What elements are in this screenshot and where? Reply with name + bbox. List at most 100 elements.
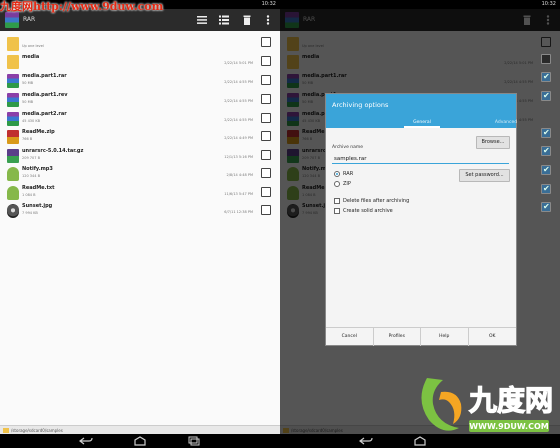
file-name: unrarsrc-5.0.14.tar.gz	[22, 148, 84, 154]
file-size: 120 344 B	[22, 174, 40, 178]
tab-general[interactable]: General	[404, 119, 440, 128]
tgz-archive-icon	[7, 149, 19, 163]
delete-after-archiving-label: Delete files after archiving	[343, 198, 410, 204]
signal-icon	[242, 2, 256, 17]
logo-text: 九度网	[469, 384, 553, 417]
ok-button[interactable]: OK	[469, 328, 517, 346]
delete-icon[interactable]	[241, 14, 253, 26]
file-name: media.part1.rev	[22, 92, 68, 98]
file-checkbox[interactable]	[261, 205, 271, 215]
signal-icon	[522, 2, 536, 17]
file-size: Up one level	[22, 44, 44, 48]
file-name: Sunset.jpg	[22, 203, 53, 209]
file-checkbox-checked[interactable]	[541, 165, 551, 175]
file-checkbox-checked[interactable]	[541, 54, 551, 64]
radio-rar[interactable]	[334, 171, 340, 177]
watermark-logo: 九度网 WWW.9DUW.COM	[413, 370, 554, 442]
file-size: 209 707 B	[22, 156, 40, 160]
file-size: 50 MB	[22, 100, 33, 104]
file-checkbox-checked[interactable]	[541, 128, 551, 138]
file-list: Up one level media 2/22/14 5:01 PM media…	[0, 31, 280, 425]
file-checkbox[interactable]	[261, 56, 271, 66]
radio-rar-label: RAR	[343, 171, 354, 177]
file-row[interactable]: media.part1.rar 50 MB 2/22/14 4:55 PM	[0, 72, 280, 91]
file-name: media.part1.rar	[22, 73, 67, 79]
file-checkbox-checked[interactable]	[541, 72, 551, 82]
folder-up-icon	[7, 37, 19, 51]
file-checkbox[interactable]	[261, 150, 271, 160]
file-size: 7 994 KB	[22, 211, 38, 215]
file-row-up[interactable]: Up one level	[0, 35, 280, 54]
status-time: 10:32	[541, 1, 556, 7]
list-icon[interactable]	[196, 14, 208, 26]
file-date: 2/22/14 5:01 PM	[224, 61, 253, 65]
radio-zip[interactable]	[334, 181, 340, 187]
home-icon[interactable]	[133, 436, 147, 446]
path-bar: /storage/sdcard0/samples	[0, 425, 280, 434]
file-checkbox[interactable]	[261, 37, 271, 47]
status-time: 10:32	[261, 1, 276, 7]
file-row[interactable]: unrarsrc-5.0.14.tar.gz 209 707 B 12/1/13…	[0, 147, 280, 166]
delete-after-archiving-checkbox[interactable]	[334, 198, 340, 204]
file-size: 45 430 KB	[22, 119, 41, 123]
folder-icon	[3, 428, 9, 433]
file-size: 50 MB	[22, 81, 33, 85]
help-button[interactable]: Help	[421, 328, 469, 346]
dialog-header: Archiving options	[326, 94, 516, 119]
solid-archive-label: Create solid archive	[343, 208, 393, 214]
radio-zip-label: ZIP	[343, 181, 351, 187]
logo-url: WWW.9DUW.COM	[469, 422, 548, 431]
overflow-menu-icon[interactable]	[262, 14, 274, 26]
file-name: ReadMe.zip	[22, 129, 55, 135]
file-row[interactable]: media 2/22/14 5:01 PM	[0, 53, 280, 72]
status-bar: 10:32	[280, 0, 560, 17]
file-row[interactable]: Sunset.jpg 7 994 KB 6/7/11 12:38 PM	[0, 202, 280, 221]
image-file-icon	[7, 204, 19, 218]
recent-apps-icon[interactable]	[187, 436, 201, 446]
file-date: 2/8/14 4:48 PM	[226, 173, 253, 177]
file-checkbox-checked[interactable]	[541, 146, 551, 156]
file-date: 2/22/14 4:49 PM	[224, 136, 253, 140]
dialog-title: Archiving options	[332, 101, 389, 109]
file-checkbox[interactable]	[261, 168, 271, 178]
tab-advanced[interactable]: Advanced	[491, 119, 521, 128]
file-name: media.part2.rar	[22, 111, 67, 117]
back-icon[interactable]	[359, 436, 373, 446]
select-all-icon[interactable]	[218, 14, 230, 26]
rar-app-icon[interactable]	[5, 12, 19, 28]
rar-archive-icon	[7, 112, 19, 126]
file-name: media	[22, 54, 40, 60]
rar-archive-icon	[7, 93, 19, 107]
file-row[interactable]: media.part2.rar 45 430 KB 2/22/14 4:55 P…	[0, 110, 280, 129]
file-row[interactable]: media.part1.rev 50 MB 2/22/14 4:55 PM	[0, 91, 280, 110]
file-checkbox-checked[interactable]	[541, 91, 551, 101]
file-row[interactable]: ReadMe.zip 766 B 2/22/14 4:49 PM	[0, 128, 280, 147]
set-password-button[interactable]: Set password...	[459, 169, 510, 182]
navigation-bar	[0, 434, 280, 448]
dialog-tabs: General Advanced	[326, 119, 517, 128]
watermark-text: 九度网http://www.9duw.com	[0, 0, 164, 13]
file-row[interactable]: ReadMe.txt 1 084 B 11/6/13 5:47 PM	[0, 184, 280, 203]
file-checkbox-checked[interactable]	[541, 202, 551, 212]
solid-archive-checkbox[interactable]	[334, 208, 340, 214]
cancel-button[interactable]: Cancel	[326, 328, 374, 346]
file-checkbox[interactable]	[261, 187, 271, 197]
file-checkbox[interactable]	[261, 75, 271, 85]
archiving-options-dialog: Archiving options General Advanced Brows…	[325, 93, 517, 346]
browse-button[interactable]: Browse...	[476, 136, 510, 149]
file-checkbox[interactable]	[261, 113, 271, 123]
file-row[interactable]: Notify.mp3 120 344 B 2/8/14 4:48 PM	[0, 165, 280, 184]
zip-archive-icon	[7, 130, 19, 144]
archive-name-label: Archive name	[332, 145, 364, 150]
folder-icon	[7, 55, 19, 69]
profiles-button[interactable]: Profiles	[374, 328, 421, 346]
file-checkbox[interactable]	[261, 94, 271, 104]
file-date: 6/7/11 12:38 PM	[224, 210, 253, 214]
file-checkbox-checked[interactable]	[541, 184, 551, 194]
left-screen: 10:32 RAR Up one level media 2/22/14 5:0…	[0, 0, 280, 448]
file-date: 2/22/14 4:55 PM	[224, 118, 253, 122]
back-icon[interactable]	[79, 436, 93, 446]
file-checkbox[interactable]	[261, 131, 271, 141]
file-date: 11/6/13 5:47 PM	[224, 192, 253, 196]
archive-name-input[interactable]	[332, 154, 509, 164]
